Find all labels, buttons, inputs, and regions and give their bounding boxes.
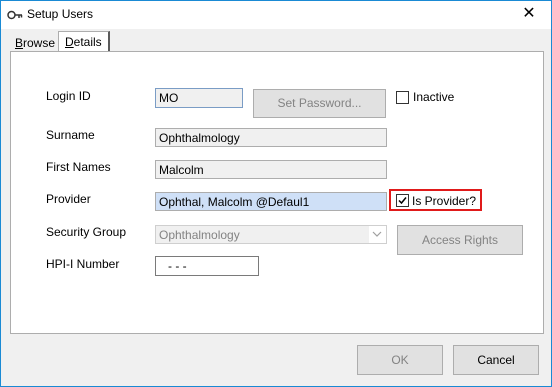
tab-details-label: etails bbox=[73, 35, 102, 49]
inactive-checkbox[interactable] bbox=[396, 91, 409, 104]
security-group-select[interactable]: Ophthalmology bbox=[155, 225, 387, 244]
key-icon bbox=[7, 10, 23, 20]
close-icon: ✕ bbox=[522, 5, 536, 22]
hpi-number-input[interactable]: - - - bbox=[155, 256, 259, 276]
setup-users-window: Setup Users ✕ Browse Details Login ID MO… bbox=[0, 0, 552, 387]
security-group-label: Security Group bbox=[46, 225, 127, 239]
login-id-label: Login ID bbox=[46, 89, 91, 103]
checkmark-icon bbox=[398, 197, 407, 205]
set-password-button[interactable]: Set Password... bbox=[253, 89, 386, 118]
security-group-value: Ophthalmology bbox=[156, 226, 369, 243]
is-provider-label: Is Provider? bbox=[412, 194, 477, 208]
ok-button[interactable]: OK bbox=[357, 345, 443, 375]
chevron-down-icon bbox=[372, 231, 382, 237]
login-id-input[interactable]: MO bbox=[155, 88, 243, 108]
is-provider-checkbox[interactable] bbox=[396, 194, 409, 207]
surname-label: Surname bbox=[46, 128, 95, 142]
close-button[interactable]: ✕ bbox=[507, 1, 551, 29]
tab-details-mnemonic: D bbox=[65, 35, 74, 49]
access-rights-button[interactable]: Access Rights bbox=[397, 225, 523, 255]
first-names-label: First Names bbox=[46, 160, 111, 174]
window-title: Setup Users bbox=[27, 7, 94, 21]
provider-field[interactable]: Ophthal, Malcolm @Defaul1 bbox=[155, 192, 387, 211]
inactive-label: Inactive bbox=[413, 90, 455, 104]
tab-browse-label: rowse bbox=[23, 36, 56, 50]
tab-browse[interactable]: Browse bbox=[9, 34, 61, 52]
cancel-button[interactable]: Cancel bbox=[453, 345, 539, 375]
hpi-number-label: HPI-I Number bbox=[46, 257, 120, 271]
first-names-field[interactable]: Malcolm bbox=[155, 160, 387, 179]
provider-label: Provider bbox=[46, 192, 91, 206]
title-bar: Setup Users ✕ bbox=[1, 1, 551, 29]
tab-details[interactable]: Details bbox=[58, 31, 110, 52]
tab-browse-mnemonic: B bbox=[15, 36, 24, 50]
surname-field[interactable]: Ophthalmology bbox=[155, 128, 387, 147]
